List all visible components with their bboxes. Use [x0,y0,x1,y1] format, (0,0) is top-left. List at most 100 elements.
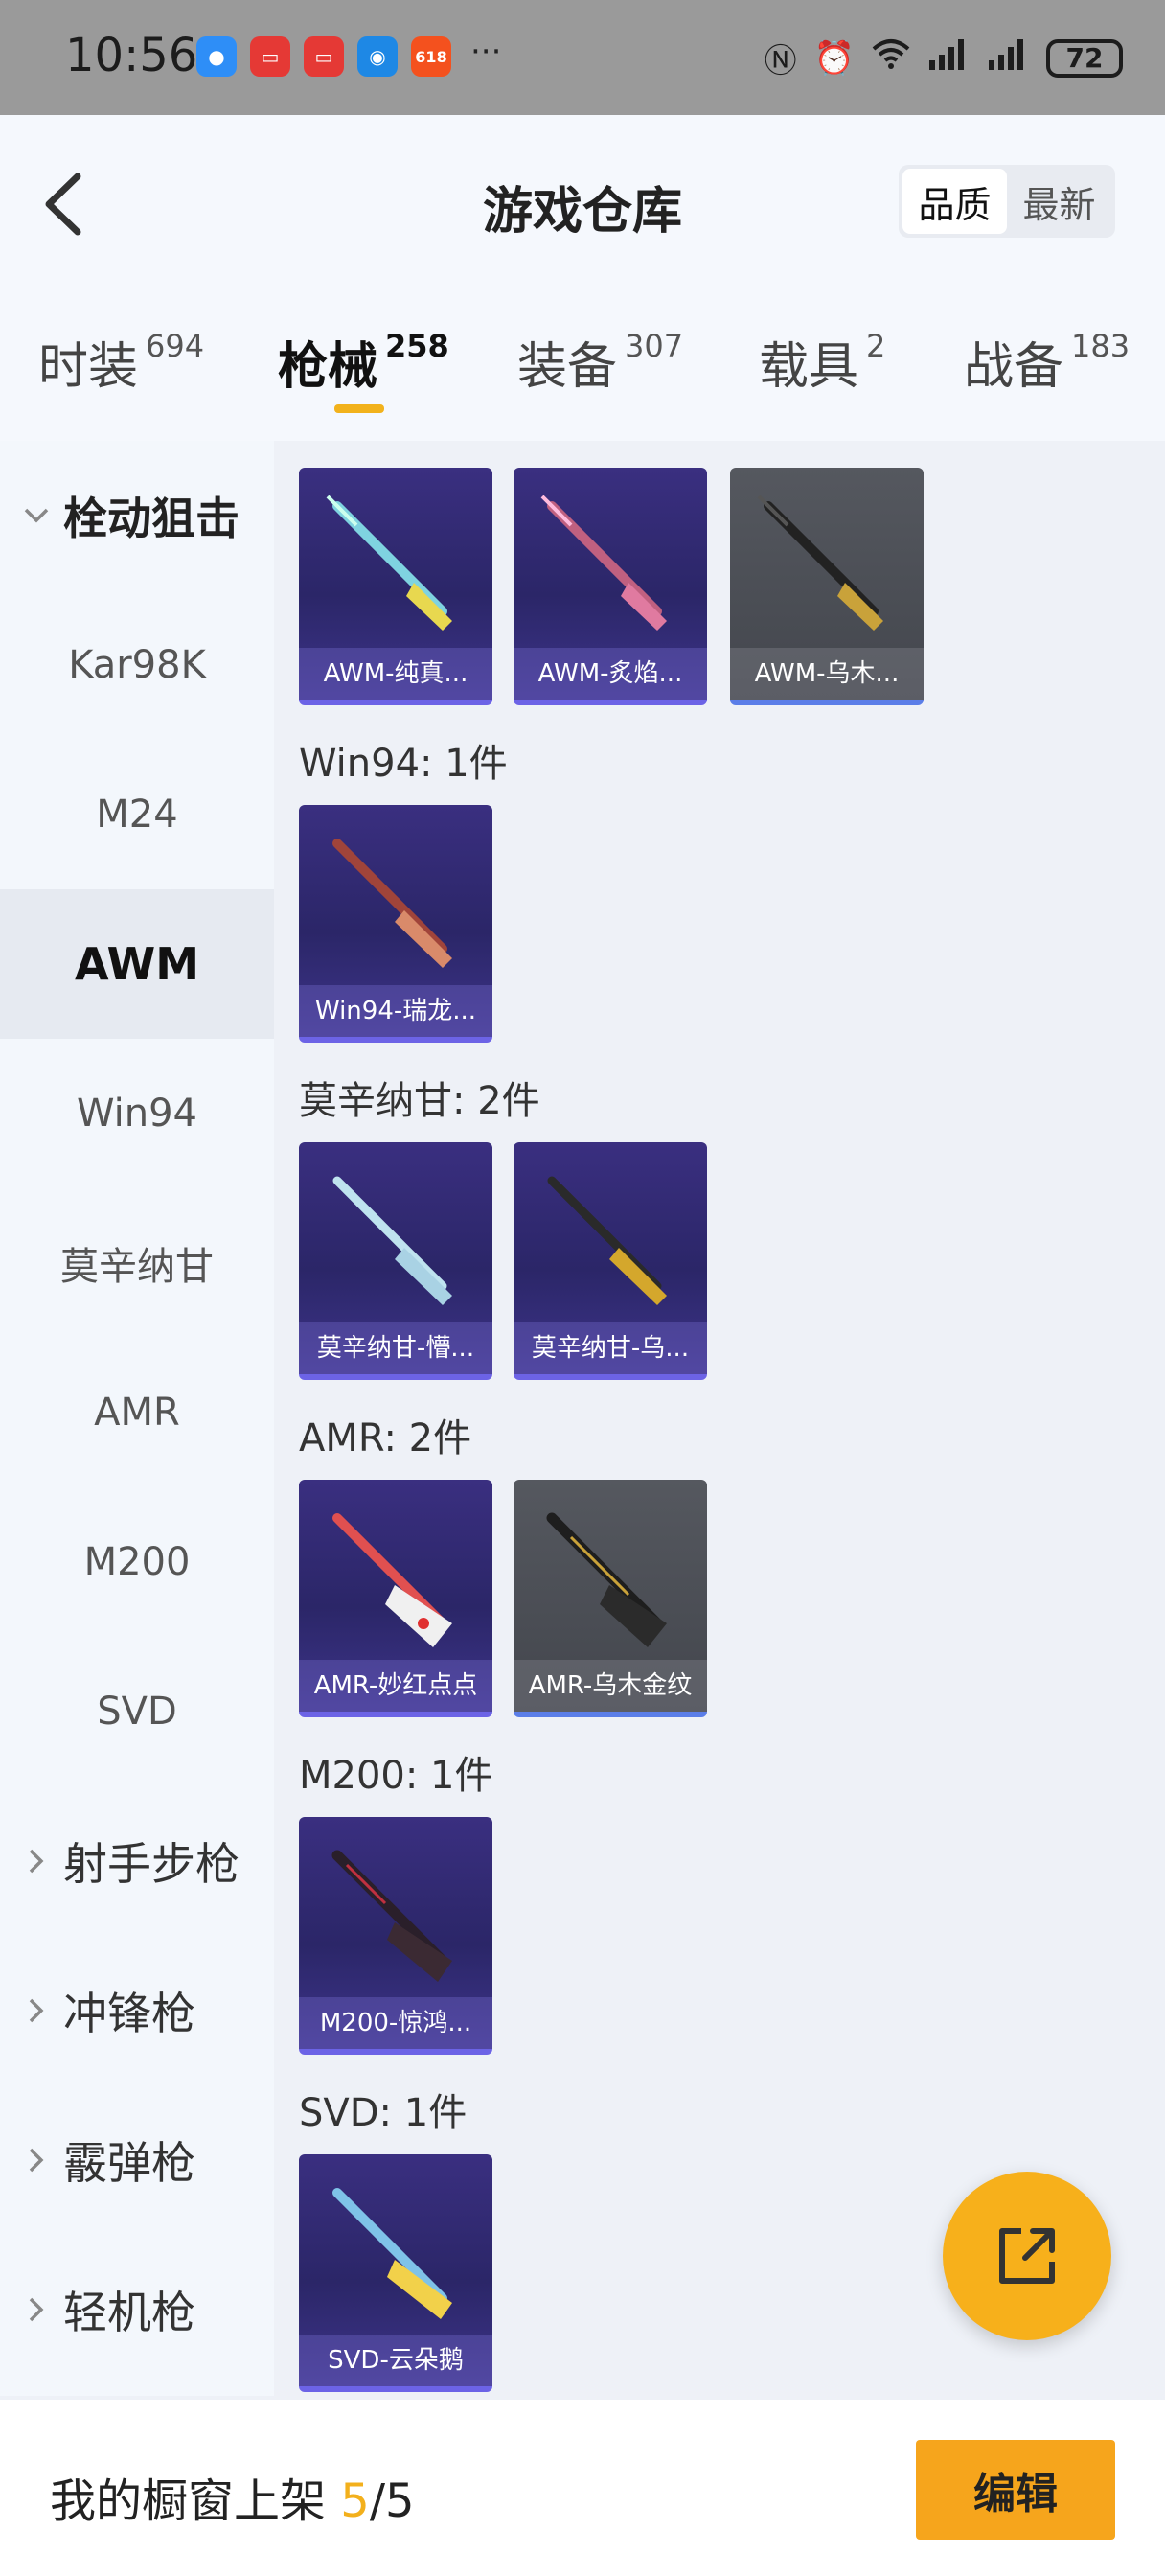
section-label: SVD: 1件 [299,2091,468,2135]
rifle-skin-image [332,839,452,968]
item-name: SVD-云朵鹅 [299,2334,492,2386]
item-card[interactable]: 莫辛纳甘-懵... [299,1142,492,1380]
tab-label: 战备 [964,338,1064,396]
share-button[interactable] [943,2172,1111,2340]
tab-fashion[interactable]: 时装 694 [38,326,204,398]
item-card[interactable]: AWM-纯真... [299,468,492,705]
showcase-label: 我的橱窗上架 [50,2474,327,2528]
tab-equipment[interactable]: 装备 307 [517,326,683,398]
item-card[interactable]: AMR-妙红点点 [299,1480,492,1717]
tab-count: 258 [385,328,449,364]
rifle-skin-image [326,494,452,631]
tab-supplies[interactable]: 战备 183 [964,326,1130,398]
item-card[interactable]: M200-惊鸿... [299,1817,492,2055]
bottom-bar: 我的橱窗上架 5/5 编辑 [0,2400,1165,2576]
rifle-skin-image [332,1176,452,1305]
notification-icons: ● ▭ ▭ ◉ 618 ··· [196,33,502,77]
item-card[interactable]: AWM-乌木... [730,468,924,705]
sidebar-group-marksman[interactable]: 射手步枪 [0,1786,274,1936]
sidebar-group-label: 轻机枪 [63,2287,195,2338]
weapon-sidebar: 栓动狙击 Kar98K M24 AWM Win94 莫辛纳甘 AMR M200 … [0,441,274,2396]
chat-app-icon: ● [196,36,237,77]
item-name: 莫辛纳甘-懵... [299,1322,492,1374]
more-notifications: ··· [470,33,502,71]
item-name: 莫辛纳甘-乌... [514,1322,707,1374]
share-external-icon [999,2228,1055,2284]
rifle-skin-image [757,494,883,631]
sidebar-item-m200[interactable]: M200 [0,1487,274,1637]
sort-newest-option[interactable]: 最新 [1007,169,1111,234]
status-indicators: Ⓝ ⏰ 72 [765,34,1123,81]
item-grid: AWM-纯真... AWM-炙焰... AWM-乌木... Win94: 1件 … [274,441,1165,2396]
status-bar: 10:56 ● ▭ ▭ ◉ 618 ··· Ⓝ ⏰ 72 [0,0,1165,115]
chevron-right-icon [23,1848,50,1874]
tab-count: 307 [625,328,684,364]
blue-app-icon: ◉ [357,36,398,77]
rifle-skin-image [331,1850,452,1982]
item-name: M200-惊鸿... [299,1997,492,2049]
chevron-down-icon [23,502,50,529]
rifle-skin-image [332,2188,452,2319]
item-card[interactable]: AMR-乌木金纹 [514,1480,707,1717]
tab-count: 694 [146,328,205,364]
sidebar-item-svd[interactable]: SVD [0,1637,274,1786]
tab-label: 枪械 [278,338,378,396]
section-label: Win94: 1件 [299,742,508,786]
item-card[interactable]: 莫辛纳甘-乌... [514,1142,707,1380]
showcase-current-count: 5 [340,2474,370,2528]
category-tabs: 时装 694 枪械 258 装备 307 载具 2 战备 183 [0,288,1165,441]
tab-label: 装备 [517,338,618,396]
item-name: AWM-乌木... [730,648,924,700]
sidebar-group-label: 冲锋枪 [63,1988,195,2039]
rifle-skin-image [332,1513,452,1647]
item-card[interactable]: Win94-瑞龙... [299,805,492,1043]
rifle-skin-image [546,1512,667,1647]
rifle-skin-image [547,1176,667,1305]
section-label: M200: 1件 [299,1754,493,1798]
red-app-icon: ▭ [250,36,290,77]
tab-label: 时装 [38,338,139,396]
sidebar-group-label: 射手步枪 [63,1838,240,1890]
tab-count: 2 [866,328,886,364]
item-name: AMR-乌木金纹 [514,1660,707,1712]
sidebar-group-smg[interactable]: 冲锋枪 [0,1936,274,2085]
status-time: 10:56 [65,29,198,82]
sidebar-item-kar98k[interactable]: Kar98K [0,590,274,740]
sidebar-item-amr[interactable]: AMR [0,1338,274,1487]
tab-vehicles[interactable]: 载具 2 [759,326,885,398]
section-label: 莫辛纳甘: 2件 [299,1079,540,1123]
sidebar-item-mosin[interactable]: 莫辛纳甘 [0,1188,274,1338]
app-badge: 618 [415,47,447,66]
sidebar-group-shotgun[interactable]: 霰弹枪 [0,2085,274,2235]
sort-quality-option[interactable]: 品质 [902,169,1007,234]
item-name: AMR-妙红点点 [299,1660,492,1712]
nfc-icon: Ⓝ [764,42,797,80]
rifle-skin-image [540,494,667,631]
app-header: 游戏仓库 品质 最新 [0,115,1165,288]
wifi-icon [872,37,910,79]
showcase-status: 我的橱窗上架 5/5 [50,2463,415,2530]
item-name: AWM-纯真... [299,648,492,700]
alarm-icon: ⏰ [813,38,855,78]
sidebar-group-label: 栓动狙击 [63,493,240,544]
sidebar-item-awm[interactable]: AWM [0,889,274,1039]
tab-count: 183 [1071,328,1131,364]
sidebar-group-bolt-action[interactable]: 栓动狙击 [0,441,274,590]
sidebar-group-lmg[interactable]: 轻机枪 [0,2235,274,2384]
sort-toggle: 品质 最新 [899,165,1115,238]
sidebar-item-m24[interactable]: M24 [0,740,274,889]
chevron-right-icon [23,1997,50,2024]
active-tab-indicator [334,404,384,413]
item-name: Win94-瑞龙... [299,985,492,1037]
showcase-total-count: 5 [385,2474,415,2528]
item-card[interactable]: SVD-云朵鹅 [299,2154,492,2392]
chevron-right-icon [23,2147,50,2174]
chevron-right-icon [23,2296,50,2323]
signal-icon-2 [987,37,1029,79]
item-card[interactable]: AWM-炙焰... [514,468,707,705]
edit-button[interactable]: 编辑 [916,2440,1115,2540]
sidebar-group-label: 霰弹枪 [63,2137,195,2189]
tab-firearms[interactable]: 枪械 258 [278,326,449,398]
sidebar-item-win94[interactable]: Win94 [0,1039,274,1188]
signal-icon [927,37,970,79]
